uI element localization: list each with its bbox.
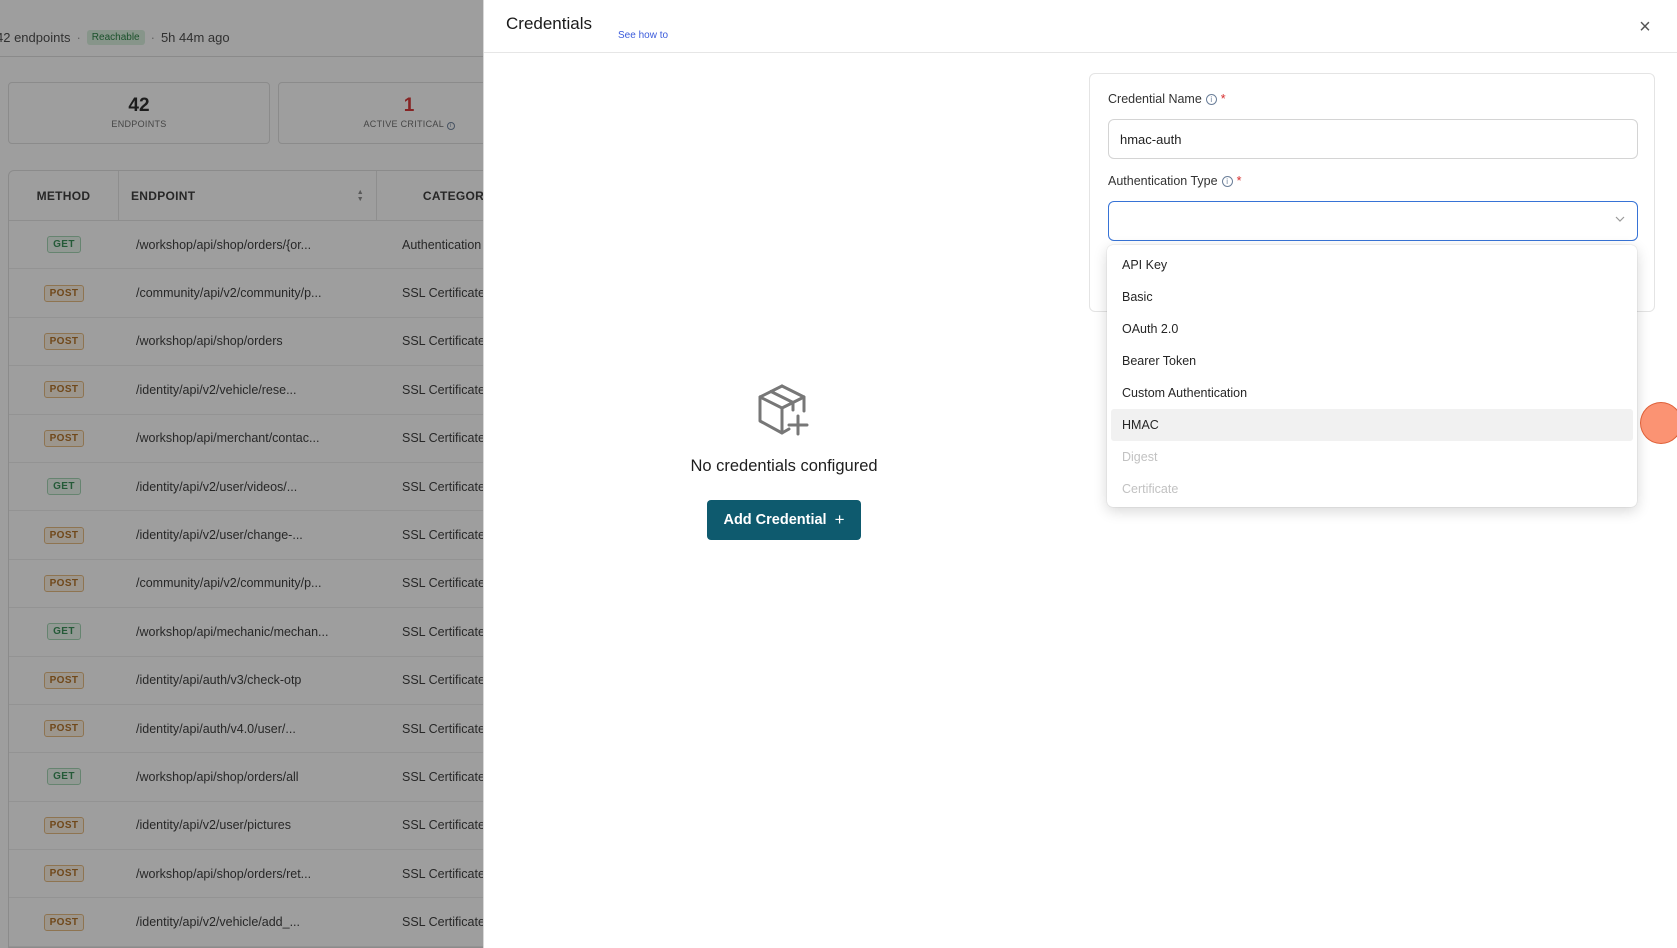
info-icon[interactable]: i (1221, 175, 1233, 187)
empty-state: No credentials configured Add Credential… (674, 380, 894, 540)
drawer-header: Credentials See how to × (484, 0, 1677, 53)
close-icon[interactable]: × (1636, 17, 1654, 37)
click-indicator (1640, 402, 1677, 444)
auth-type-dropdown: API Key Basic OAuth 2.0 Bearer Token Custom … (1107, 245, 1637, 507)
add-credential-label: Add Credential (723, 512, 827, 528)
box-plus-icon (758, 384, 809, 436)
app-root: 42 endpoints · Reachable · 5h 44m ago 42… (0, 0, 1677, 948)
plus-icon: + (834, 510, 845, 529)
auth-option-hmac[interactable]: HMAC (1111, 409, 1633, 441)
modal-backdrop[interactable] (0, 0, 483, 948)
label-text: Authentication Type (1108, 174, 1218, 188)
auth-option-certificate: Certificate (1122, 482, 1179, 496)
info-icon[interactable]: i (1205, 93, 1217, 105)
required-mark: * (1220, 92, 1226, 106)
credential-name-label: Credential Name i * (1108, 92, 1226, 106)
auth-option-oauth-2-0[interactable]: OAuth 2.0 (1111, 313, 1633, 345)
empty-state-message: No credentials configured (690, 457, 878, 475)
see-how-link[interactable]: See how to (618, 30, 668, 41)
auth-option-custom-authentication[interactable]: Custom Authentication (1111, 377, 1633, 409)
required-mark: * (1236, 174, 1242, 188)
auth-option-api-key[interactable]: API Key (1111, 249, 1633, 281)
auth-option-bearer-token[interactable]: Bearer Token (1111, 345, 1633, 377)
credentials-drawer: Credentials See how to × No credentials … (483, 0, 1677, 948)
auth-option-basic[interactable]: Basic (1111, 281, 1633, 313)
credential-name-input[interactable]: hmac-auth (1108, 119, 1638, 159)
drawer-title: Credentials (506, 14, 592, 33)
auth-option-digest: Digest (1122, 450, 1158, 464)
label-text: Credential Name (1108, 92, 1202, 106)
auth-type-select[interactable] (1108, 201, 1638, 241)
chevron-down-icon (1615, 216, 1625, 222)
add-credential-button[interactable]: Add Credential + (707, 500, 861, 540)
auth-type-label: Authentication Type i * (1108, 174, 1241, 188)
